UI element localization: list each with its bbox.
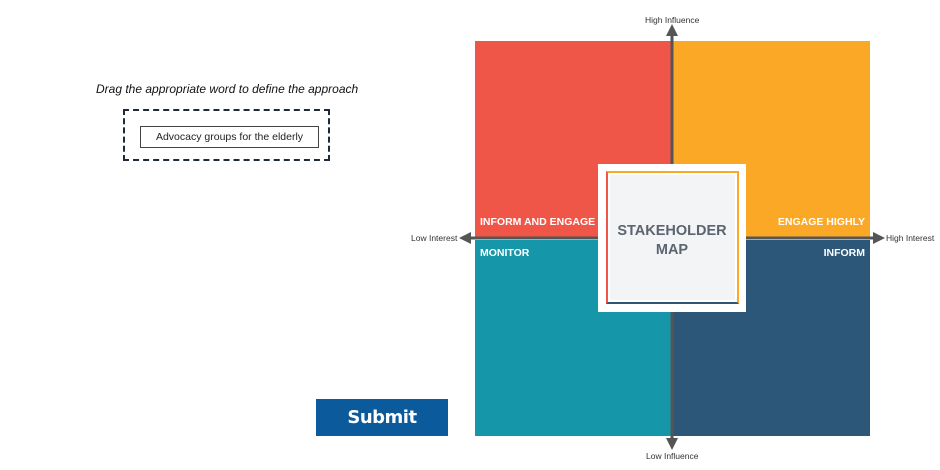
map-title: STAKEHOLDER MAP [598, 222, 746, 260]
arrow-up-icon [666, 24, 678, 36]
label-inform-and-engage: INFORM AND ENGAGE [480, 216, 596, 228]
arrow-right-icon [873, 232, 885, 244]
map-title-line1: STAKEHOLDER [617, 223, 727, 239]
axis-low-interest: Low Interest [411, 233, 458, 243]
axis-low-influence: Low Influence [646, 451, 699, 461]
axes [459, 24, 885, 450]
arrow-down-icon [666, 438, 678, 450]
axis-high-interest: High Interest [886, 233, 935, 243]
arrow-left-icon [459, 232, 471, 244]
label-inform: INFORM [823, 247, 865, 259]
label-engage-highly: ENGAGE HIGHLY [777, 216, 865, 228]
axis-high-influence: High Influence [645, 15, 700, 25]
map-title-line2: MAP [655, 242, 689, 258]
label-monitor: MONITOR [480, 247, 530, 259]
